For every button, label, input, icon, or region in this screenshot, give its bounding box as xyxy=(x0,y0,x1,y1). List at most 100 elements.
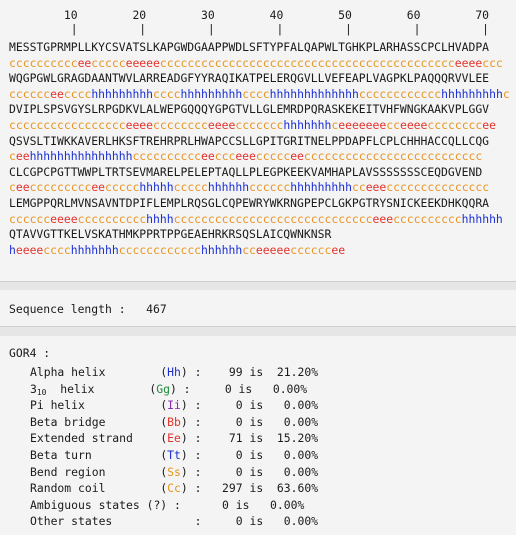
coil-run: ccccccccccccccccccccccccccccc xyxy=(173,211,373,226)
sequence-row: QTAVVGTTKELVSKATHMKPPRTPPGEAEHRKRSQSLAIC… xyxy=(9,227,332,242)
state-code: Hh xyxy=(167,365,181,379)
state-name: Alpha helix xyxy=(30,365,106,379)
helix-run: hhhhhh xyxy=(461,211,503,226)
gor4-table: Alpha helix (Hh) : 99 is 21.20% 310 helix… xyxy=(30,364,318,530)
position-ruler-ticks: | | | | | | | xyxy=(9,22,490,36)
prediction-row: cccccceeeecccccccccchhhhcccccccccccccccc… xyxy=(9,212,510,228)
state-count-percent: 0 is 0.00% xyxy=(201,398,319,413)
coil-run: cc xyxy=(386,117,400,132)
coil-run: ccccccccccccccc xyxy=(386,180,490,195)
state-name: 310 helix xyxy=(30,381,95,397)
sequence-rows: MESSTGPRMPLLKYCSVATSLKAPGWDGAAPPWDLSFTYP… xyxy=(9,40,510,258)
helix-run: hhhhhhhhh xyxy=(290,180,352,195)
helix-run: hhhhhhhhh xyxy=(180,86,243,101)
helix-run: hhhhhh xyxy=(201,242,243,257)
state-code: Tt xyxy=(167,447,181,462)
strand-run: ee xyxy=(15,180,30,195)
coil-run: ccccccc xyxy=(235,117,284,132)
gor4-row: Alpha helix (Hh) : 99 is 21.20% xyxy=(30,365,319,379)
state-count-percent: 0 is 0.00% xyxy=(201,414,319,429)
coil-run: cccccccccccccccccccccccccccccccccccccccc… xyxy=(159,55,455,70)
strand-run: ee xyxy=(201,149,215,164)
sequence-length-panel: Sequence length : 467 xyxy=(0,290,516,327)
strand-run: eeee xyxy=(454,55,483,70)
state-name: Beta turn xyxy=(30,447,92,462)
helix-run: hhhhhhhhhhhhh xyxy=(269,86,359,101)
coil-run: cccccccccc xyxy=(132,149,202,164)
helix-run: h xyxy=(9,242,16,257)
strand-run: ee xyxy=(50,86,64,101)
coil-run: cccc xyxy=(242,86,270,101)
state-name: Other states xyxy=(30,514,113,529)
state-count-percent: 0 is 0.00% xyxy=(201,514,319,529)
helix-run: hhhhhh xyxy=(207,180,250,195)
strand-run: eee xyxy=(235,149,256,164)
state-name: Ambiguous states (?) xyxy=(30,497,168,512)
strand-run: eeeeeee xyxy=(338,117,387,132)
strand-run: ee xyxy=(331,242,346,257)
position-ruler: 10 20 30 40 50 60 70 xyxy=(9,8,490,22)
coil-run: cc xyxy=(351,180,366,195)
state-code: Ss xyxy=(167,464,181,479)
state-count-percent: 297 is 63.60% xyxy=(201,481,319,496)
strand-run: eeeee xyxy=(125,55,160,70)
state-code: Cc xyxy=(167,481,181,496)
coil-run: cccccccccccc xyxy=(358,86,442,101)
sequence-length-value: 467 xyxy=(146,302,167,316)
gor4-row: Beta turn (Tt) : 0 is 0.00% xyxy=(30,447,319,462)
sequence-panel: 10 20 30 40 50 60 70 | | | | | | | MESST… xyxy=(0,0,516,282)
strand-run: eeeee xyxy=(255,242,291,257)
strand-run: eeee xyxy=(15,242,44,257)
sequence-row: LEMGPPQRLMVNSAVNTDPIFLEMPLRQSGLCQPEWRYWK… xyxy=(9,195,490,210)
gor4-row: Beta bridge (Bb) : 0 is 0.00% xyxy=(30,414,319,429)
state-count-percent: 71 is 15.20% xyxy=(201,431,319,446)
state-code: Gg xyxy=(156,381,170,396)
helix-run: hhhhhhhhh xyxy=(91,86,154,101)
coil-run: c xyxy=(502,86,510,101)
state-name: Pi helix xyxy=(30,398,85,413)
strand-run: ee xyxy=(15,149,30,164)
strand-run: ee xyxy=(482,117,496,132)
state-code: Bb xyxy=(167,414,181,429)
coil-run: c xyxy=(9,180,16,195)
coil-run: ccc xyxy=(214,149,236,164)
gor4-row: Other states : 0 is 0.00% xyxy=(30,514,319,529)
prediction-row: ceehhhhhhhhhhhhhhhcccccccccceeccceeecccc… xyxy=(9,149,510,165)
gor4-summary-panel: GOR4 : Alpha helix (Hh) : 99 is 21.20% 31… xyxy=(0,336,516,535)
coil-run: ccc xyxy=(482,55,503,70)
prediction-row: cccccccccceeccccceeeeecccccccccccccccccc… xyxy=(9,56,510,72)
coil-run: cccccccccc xyxy=(77,211,147,226)
strand-run: eeee xyxy=(50,211,78,226)
gor4-row: Pi helix (Ii) : 0 is 0.00% xyxy=(30,398,319,413)
coil-run: c xyxy=(9,149,16,164)
gor4-row: Extended strand (Ee) : 71 is 15.20% xyxy=(30,431,319,446)
coil-run: cccccc xyxy=(290,242,332,257)
sequence-length-line: Sequence length : 467 xyxy=(9,302,167,316)
state-count-percent: 0 is 0.00% xyxy=(201,447,319,462)
state-name: Random coil xyxy=(30,481,106,496)
helix-run: hhhhhhh xyxy=(70,242,119,257)
coil-run: cccccc xyxy=(9,211,51,226)
coil-run: cccccc xyxy=(9,86,51,101)
strand-run: eee xyxy=(372,211,394,226)
prediction-row: heeeecccchhhhhhhcccccccccccchhhhhhcceeee… xyxy=(9,243,510,259)
coil-run: cccc xyxy=(43,242,71,257)
prediction-row: cccccceecccchhhhhhhhhcccchhhhhhhhhcccchh… xyxy=(9,87,510,103)
gor4-row: Bend region (Ss) : 0 is 0.00% xyxy=(30,464,319,479)
sequence-row: CLCGPCPGTTWWPLTRTSEVMARELPELEPTAQLLPLEGP… xyxy=(9,164,483,179)
coil-run: cccccc xyxy=(249,180,291,195)
strand-run: eeee xyxy=(399,117,428,132)
coil-run: cccccccccccc xyxy=(118,242,202,257)
coil-run: cccc xyxy=(63,86,92,101)
state-name: Extended strand xyxy=(30,431,133,446)
state-count-percent: 99 is 21.20% xyxy=(201,365,319,379)
coil-run: cccccccc xyxy=(153,117,208,132)
coil-run: ccccc xyxy=(173,180,208,195)
strand-run: ee xyxy=(290,149,304,164)
sequence-row: DVIPLSPSVGYSLRPGDKVLALWEPGQQQYGPGTVLLGLE… xyxy=(9,102,490,117)
prediction-row: ceeccccccccceeccccchhhhhccccchhhhhhccccc… xyxy=(9,180,510,196)
state-name: Bend region xyxy=(30,464,106,479)
helix-run: hhhhhhh xyxy=(283,117,332,132)
state-count-percent: 0 is 0.00% xyxy=(180,497,305,512)
strand-run: eeee xyxy=(207,117,236,132)
